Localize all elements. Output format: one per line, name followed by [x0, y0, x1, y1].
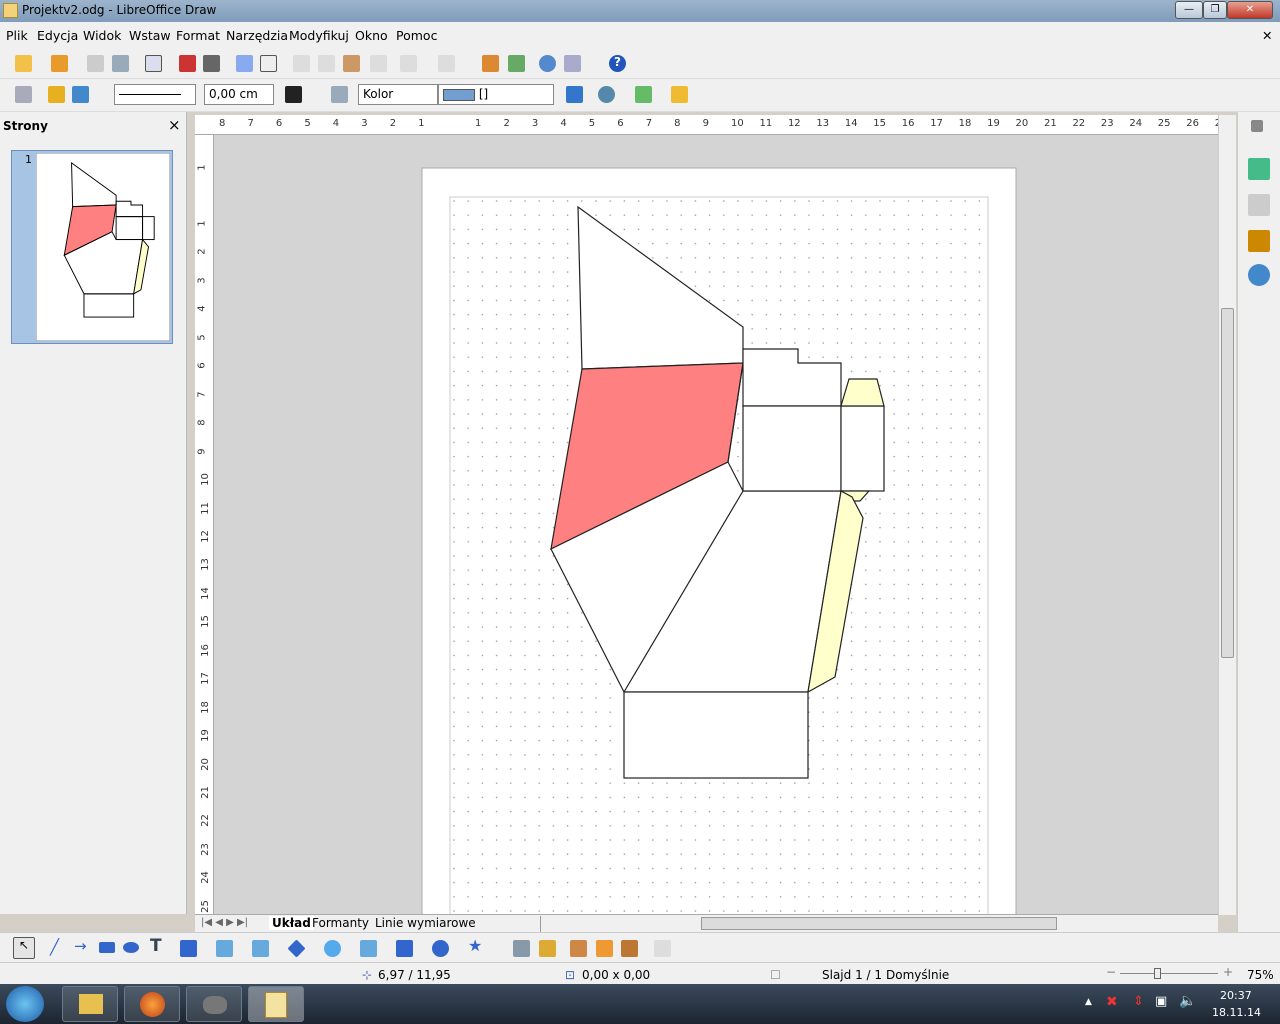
- vertical-scrollbar[interactable]: [1218, 115, 1236, 915]
- clock-time[interactable]: 20:37: [1220, 989, 1252, 1002]
- shape-yellow-top-tab[interactable]: [840, 378, 885, 407]
- rectangle-icon[interactable]: [99, 942, 115, 953]
- zoom-slider-thumb[interactable]: [1154, 968, 1161, 979]
- zoom-slider[interactable]: − +: [1106, 965, 1234, 981]
- extrusion-icon[interactable]: [654, 940, 671, 957]
- styles-panel-icon[interactable]: [1248, 194, 1270, 216]
- size-icon: ⊡: [565, 968, 576, 982]
- line-tool-icon[interactable]: ╱: [50, 938, 59, 956]
- clock-date[interactable]: 18.11.14: [1212, 1006, 1261, 1019]
- taskbar-gimp[interactable]: [186, 986, 242, 1022]
- gallery-toggle-icon[interactable]: [621, 940, 638, 957]
- fontwork-icon[interactable]: [570, 940, 587, 957]
- points-icon[interactable]: [513, 940, 530, 957]
- drawing-toolbar: ↖ ╱ → T ★: [0, 932, 1280, 962]
- close-window-button[interactable]: ✕: [1227, 1, 1273, 19]
- zoom-level[interactable]: 75%: [1247, 968, 1274, 982]
- text-icon[interactable]: T: [150, 936, 162, 956]
- flowchart-icon[interactable]: [396, 940, 413, 957]
- object-size: 0,00 x 0,00: [582, 968, 651, 982]
- tab-formanty[interactable]: Formanty: [312, 916, 369, 930]
- arrow-line-icon[interactable]: →: [74, 937, 87, 955]
- taskbar-explorer[interactable]: [62, 986, 118, 1022]
- network-tray-icon[interactable]: ▣: [1155, 994, 1167, 1009]
- callouts-icon[interactable]: [432, 940, 449, 957]
- stars-icon[interactable]: ★: [468, 936, 485, 955]
- block-arrows-icon[interactable]: [360, 940, 377, 957]
- slide-indicator: Slajd 1 / 1: [822, 968, 883, 982]
- status-bar: ⊹ 6,97 / 11,95 ⊡ 0,00 x 0,00 ☐ Slajd 1 /…: [0, 962, 1280, 984]
- glue-points-icon[interactable]: [539, 940, 556, 957]
- taskbar-libreoffice-draw[interactable]: [248, 986, 304, 1022]
- navigator-panel-icon[interactable]: [1248, 264, 1270, 286]
- ellipse-icon[interactable]: [123, 942, 139, 953]
- connector-icon[interactable]: [216, 940, 233, 957]
- cursor-position: 6,97 / 11,95: [378, 968, 451, 982]
- shape-bottom-rect[interactable]: [623, 691, 809, 779]
- windows-taskbar: ▲ ✖ ⇕ ▣ 🔈 20:37 18.11.14: [0, 984, 1280, 1024]
- tab-nav-arrows[interactable]: |◀ ◀ ▶ ▶|: [201, 917, 248, 928]
- position-icon: ⊹: [362, 968, 373, 982]
- document-modified-icon[interactable]: ☐: [770, 968, 781, 982]
- properties-icon[interactable]: [1248, 158, 1270, 180]
- shape-box-face[interactable]: [742, 405, 842, 492]
- horizontal-scroll-thumb[interactable]: [701, 917, 1057, 930]
- drawing-canvas[interactable]: [0, 0, 1218, 914]
- insert-image-icon[interactable]: [596, 940, 613, 957]
- right-sidebar-tabs: [1237, 112, 1280, 932]
- symbol-shapes-icon[interactable]: [324, 940, 341, 957]
- update-tray-icon[interactable]: ⇕: [1133, 994, 1144, 1009]
- antivirus-tray-icon[interactable]: ✖: [1106, 994, 1118, 1010]
- sidebar-menu-icon[interactable]: [1251, 120, 1263, 132]
- start-button[interactable]: [6, 986, 44, 1022]
- layer-tabs-bar: |◀ ◀ ▶ ▶| Układ Formanty Linie wymiarowe: [195, 914, 1218, 932]
- shape-box-side[interactable]: [840, 405, 885, 492]
- select-icon[interactable]: ↖: [13, 937, 35, 959]
- layout-name: Domyślnie: [886, 968, 950, 982]
- horizontal-scrollbar[interactable]: [540, 916, 1218, 932]
- lines-arrows-icon[interactable]: [252, 940, 269, 957]
- vertical-scroll-thumb[interactable]: [1221, 308, 1234, 658]
- tab-uklad[interactable]: Układ: [269, 916, 314, 930]
- show-hidden-icons[interactable]: ▲: [1085, 997, 1092, 1007]
- volume-tray-icon[interactable]: 🔈: [1179, 993, 1196, 1009]
- tab-linie-wymiarowe[interactable]: Linie wymiarowe: [375, 916, 476, 930]
- curve-icon[interactable]: [180, 940, 197, 957]
- close-document-icon[interactable]: ✕: [1262, 28, 1272, 43]
- basic-shapes-icon[interactable]: [287, 939, 306, 958]
- gallery-icon[interactable]: [1248, 230, 1270, 252]
- taskbar-firefox[interactable]: [124, 986, 180, 1022]
